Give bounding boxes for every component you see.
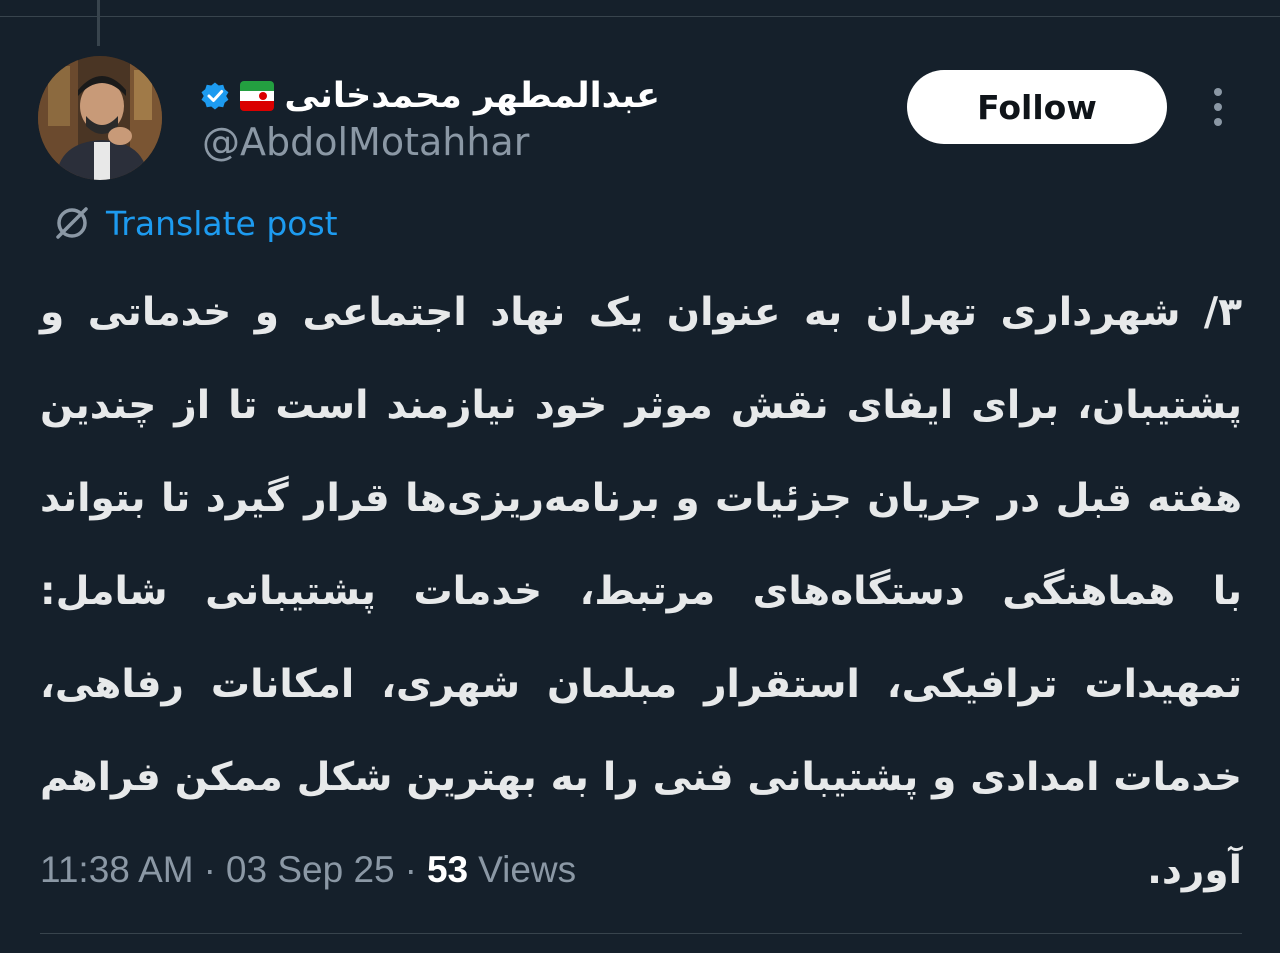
iran-flag-icon [239, 81, 275, 111]
translate-post-link[interactable]: Translate post [52, 200, 338, 246]
post-text: ۳/ شهرداری تهران به عنوان یک نهاد اجتماع… [40, 290, 1242, 893]
more-vertical-icon[interactable] [1200, 84, 1236, 130]
post-metadata: 11:38 AM · 03 Sep 25 · 53 Views [40, 840, 576, 900]
top-divider [0, 16, 1280, 17]
author-name-row: عبدالمطهر محمدخانی [200, 68, 660, 124]
bottom-divider [40, 933, 1242, 934]
verified-badge-icon[interactable] [200, 76, 230, 116]
thread-connector-line [97, 0, 100, 46]
post-date[interactable]: 03 Sep 25 [226, 849, 395, 891]
avatar[interactable] [38, 56, 162, 180]
translate-globe-icon [56, 207, 88, 239]
translate-label[interactable]: Translate post [106, 204, 338, 243]
display-name[interactable]: عبدالمطهر محمدخانی [284, 76, 660, 116]
author-handle[interactable]: @AbdolMotahhar [202, 120, 529, 164]
views-count[interactable]: 53 [427, 849, 468, 891]
views-label[interactable]: Views [478, 849, 576, 891]
post-time[interactable]: 11:38 AM [40, 849, 194, 891]
meta-separator: · [404, 849, 417, 890]
follow-button[interactable]: Follow [907, 70, 1167, 144]
meta-separator: · [203, 849, 216, 890]
